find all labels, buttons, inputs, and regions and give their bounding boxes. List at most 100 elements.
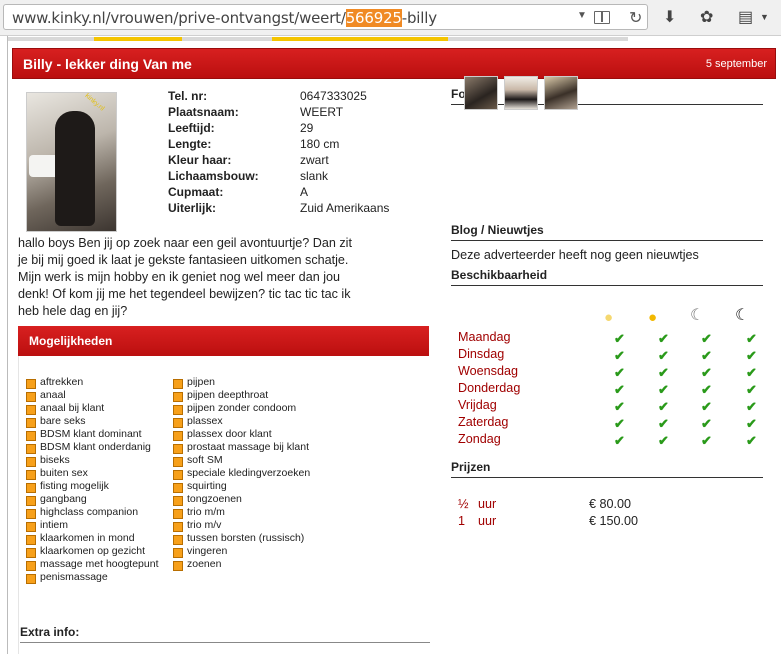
photo-thumbnail[interactable] bbox=[464, 76, 498, 110]
available-check-icon: ✔ bbox=[614, 399, 625, 414]
ad-description: hallo boys Ben jij op zoek naar een geil… bbox=[18, 235, 388, 320]
price-unit: uur bbox=[478, 514, 497, 528]
available-check-icon: ✔ bbox=[701, 416, 712, 431]
profile-value: 180 cm bbox=[300, 137, 340, 151]
color-tab-strip bbox=[8, 36, 781, 42]
profile-value: slank bbox=[300, 169, 329, 183]
option-item: plassex bbox=[173, 415, 310, 428]
reload-icon[interactable]: ↻ bbox=[629, 8, 642, 28]
evening-moon-icon: ☾ bbox=[690, 307, 705, 324]
available-check-icon: ✔ bbox=[746, 399, 757, 414]
ad-date: 5 september bbox=[705, 58, 767, 70]
option-item: BDSM klant dominant bbox=[26, 428, 159, 441]
blog-text: Deze adverteerder heeft nog geen nieuwtj… bbox=[451, 248, 699, 262]
available-check-icon: ✔ bbox=[701, 365, 712, 380]
price-quantity: ½ bbox=[458, 497, 469, 511]
profile-label: Lengte: bbox=[168, 137, 212, 151]
extra-info-title: Extra info: bbox=[20, 625, 80, 639]
option-item: pijpen deepthroat bbox=[173, 389, 310, 402]
profile-label: Kleur haar: bbox=[168, 153, 232, 167]
available-check-icon: ✔ bbox=[614, 365, 625, 380]
options-title: Mogelijkheden bbox=[29, 334, 113, 348]
available-check-icon: ✔ bbox=[658, 382, 669, 397]
available-check-icon: ✔ bbox=[658, 399, 669, 414]
available-check-icon: ✔ bbox=[658, 416, 669, 431]
available-check-icon: ✔ bbox=[658, 348, 669, 363]
option-item: tussen borsten (russisch) bbox=[173, 532, 310, 545]
url-suffix: -billy bbox=[401, 9, 437, 27]
photo-thumbnail[interactable] bbox=[544, 76, 578, 110]
photo-thumbnail[interactable] bbox=[504, 76, 538, 110]
day-label: Vrijdag bbox=[458, 398, 497, 412]
night-moon-icon: ☾ bbox=[735, 307, 750, 324]
option-item: squirting bbox=[173, 480, 310, 493]
overflow-icon[interactable]: ▼ bbox=[760, 12, 769, 22]
download-icon[interactable]: ⬇ bbox=[663, 7, 676, 27]
option-item: plassex door klant bbox=[173, 428, 310, 441]
description-line: denk! Of kom jij me het tegendeel bewijz… bbox=[18, 287, 351, 301]
description-line: Mijn werk is mijn hobby en ik geniet nog… bbox=[18, 270, 341, 284]
available-check-icon: ✔ bbox=[614, 331, 625, 346]
option-item: klaarkomen op gezicht bbox=[26, 545, 159, 558]
option-item: zoenen bbox=[173, 558, 310, 571]
option-item: gangbang bbox=[26, 493, 159, 506]
day-label: Maandag bbox=[458, 330, 511, 344]
available-check-icon: ✔ bbox=[701, 433, 712, 448]
url-bar[interactable]: www.kinky.nl/vrouwen/prive-ontvangst/wee… bbox=[3, 4, 648, 30]
day-label: Dinsdag bbox=[458, 347, 505, 361]
clipboard-icon[interactable]: ▤ bbox=[738, 7, 753, 27]
profile-label: Tel. nr: bbox=[168, 89, 208, 103]
profile-label: Lichaamsbouw: bbox=[168, 169, 259, 183]
day-label: Donderdag bbox=[458, 381, 521, 395]
reader-view-icon[interactable] bbox=[594, 11, 610, 24]
option-item: pijpen bbox=[173, 376, 310, 389]
afternoon-sun-icon: ● bbox=[648, 309, 658, 326]
options-header: Mogelijkheden bbox=[18, 326, 429, 356]
option-item: klaarkomen in mond bbox=[26, 532, 159, 545]
available-check-icon: ✔ bbox=[658, 433, 669, 448]
option-item: vingeren bbox=[173, 545, 310, 558]
available-check-icon: ✔ bbox=[614, 348, 625, 363]
description-line: hallo boys Ben jij op zoek naar een geil… bbox=[18, 236, 352, 250]
profile-value: A bbox=[300, 185, 309, 199]
profile-photo[interactable]: kinky.nl bbox=[26, 92, 117, 232]
option-item: intiem bbox=[26, 519, 159, 532]
profile-value: 0647333025 bbox=[300, 89, 367, 103]
profile-value: zwart bbox=[300, 153, 329, 167]
profile-label: Uiterlijk: bbox=[168, 201, 217, 215]
option-item: anaal bbox=[26, 389, 159, 402]
extension-icon[interactable]: ✿ bbox=[700, 7, 713, 27]
option-item: fisting mogelijk bbox=[26, 480, 159, 493]
description-line: heb hele dag en jij? bbox=[18, 304, 128, 318]
available-check-icon: ✔ bbox=[614, 382, 625, 397]
morning-sun-icon: ● bbox=[604, 309, 614, 326]
option-item: buiten sex bbox=[26, 467, 159, 480]
blog-title: Blog / Nieuwtjes bbox=[451, 223, 544, 237]
available-check-icon: ✔ bbox=[658, 365, 669, 380]
option-item: trio m/v bbox=[173, 519, 310, 532]
available-check-icon: ✔ bbox=[701, 399, 712, 414]
browser-toolbar: www.kinky.nl/vrouwen/prive-ontvangst/wee… bbox=[0, 0, 781, 36]
ad-title: Billy - lekker ding Van me bbox=[23, 56, 192, 72]
option-item: trio m/m bbox=[173, 506, 310, 519]
option-item: highclass companion bbox=[26, 506, 159, 519]
profile-label: Plaatsnaam: bbox=[168, 105, 239, 119]
price-unit: uur bbox=[478, 497, 497, 511]
url-dropdown-icon[interactable]: ▼ bbox=[577, 10, 587, 21]
photo-watermark-icon: kinky.nl bbox=[83, 92, 106, 113]
available-check-icon: ✔ bbox=[701, 331, 712, 346]
url-text[interactable]: www.kinky.nl/vrouwen/prive-ontvangst/wee… bbox=[12, 9, 437, 27]
option-item: bare seks bbox=[26, 415, 159, 428]
description-line: je bij mij goed ik laat je gekste fantas… bbox=[18, 253, 349, 267]
available-check-icon: ✔ bbox=[746, 433, 757, 448]
option-item: penismassage bbox=[26, 571, 159, 584]
available-check-icon: ✔ bbox=[701, 382, 712, 397]
day-label: Zondag bbox=[458, 432, 501, 446]
options-column-2: pijpen pijpen deepthroat pijpen zonder con… bbox=[173, 376, 310, 571]
option-item: massage met hoogtepunt bbox=[26, 558, 159, 571]
prices-title: Prijzen bbox=[451, 460, 491, 474]
option-item: anaal bij klant bbox=[26, 402, 159, 415]
option-item: speciale kledingverzoeken bbox=[173, 467, 310, 480]
option-item: prostaat massage bij klant bbox=[173, 441, 310, 454]
profile-value: WEERT bbox=[300, 105, 344, 119]
